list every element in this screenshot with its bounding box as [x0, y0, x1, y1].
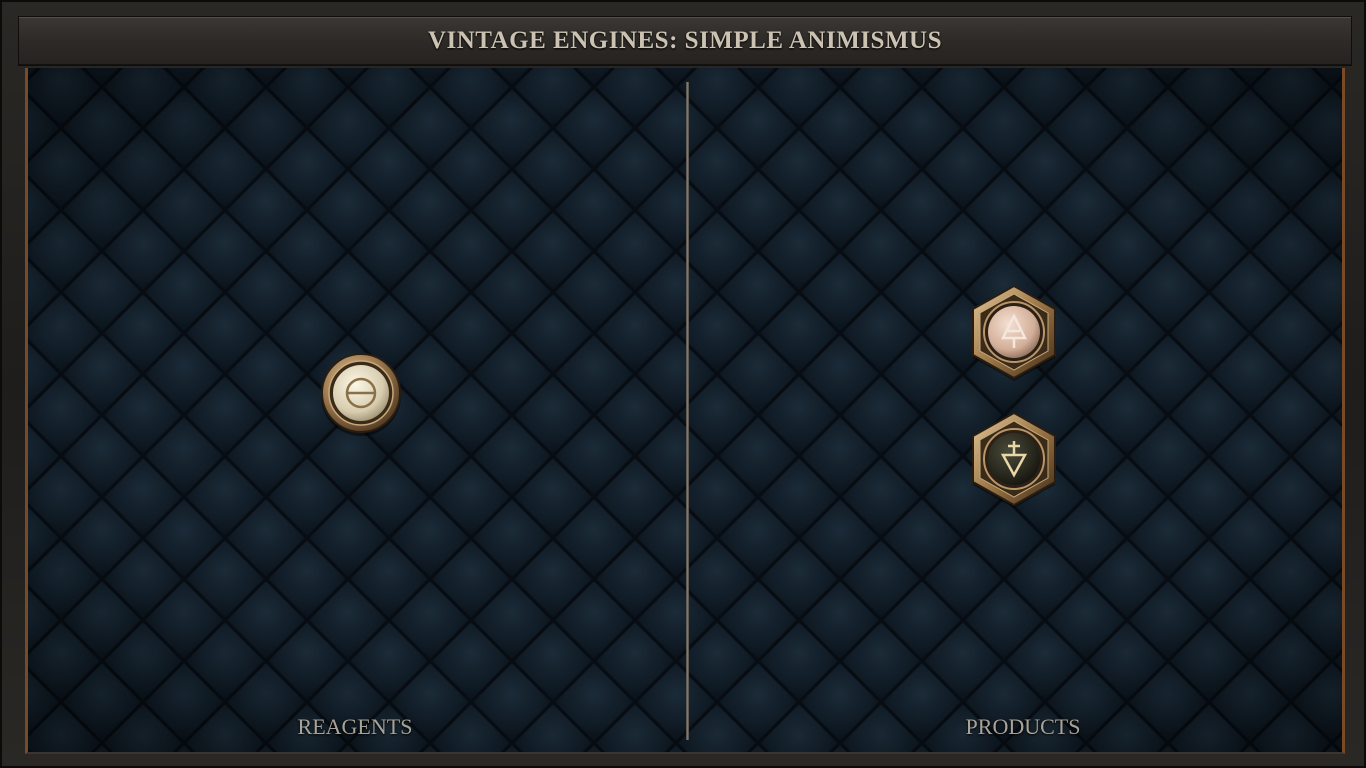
salt-symbol-icon — [321, 353, 401, 436]
page-title: VINTAGE ENGINES: SIMPLE ANIMISMUS — [427, 27, 943, 54]
products-label: PRODUCTS — [965, 714, 1081, 739]
product-token-vitae[interactable] — [969, 282, 1059, 382]
quilted-background — [28, 68, 1342, 752]
game-window-frame: VINTAGE ENGINES: SIMPLE ANIMISMUS REAGEN… — [0, 0, 1366, 768]
panel-divider — [686, 82, 689, 740]
vitae-symbol-icon — [972, 284, 1056, 381]
reagent-token[interactable] — [319, 352, 403, 436]
reagents-label: REAGENTS — [297, 714, 413, 739]
mors-symbol-icon — [972, 411, 1056, 508]
product-token-mors[interactable] — [969, 409, 1059, 509]
title-bar: VINTAGE ENGINES: SIMPLE ANIMISMUS — [18, 16, 1352, 66]
recipe-board: REAGENTS PRODUCTS — [25, 68, 1345, 754]
